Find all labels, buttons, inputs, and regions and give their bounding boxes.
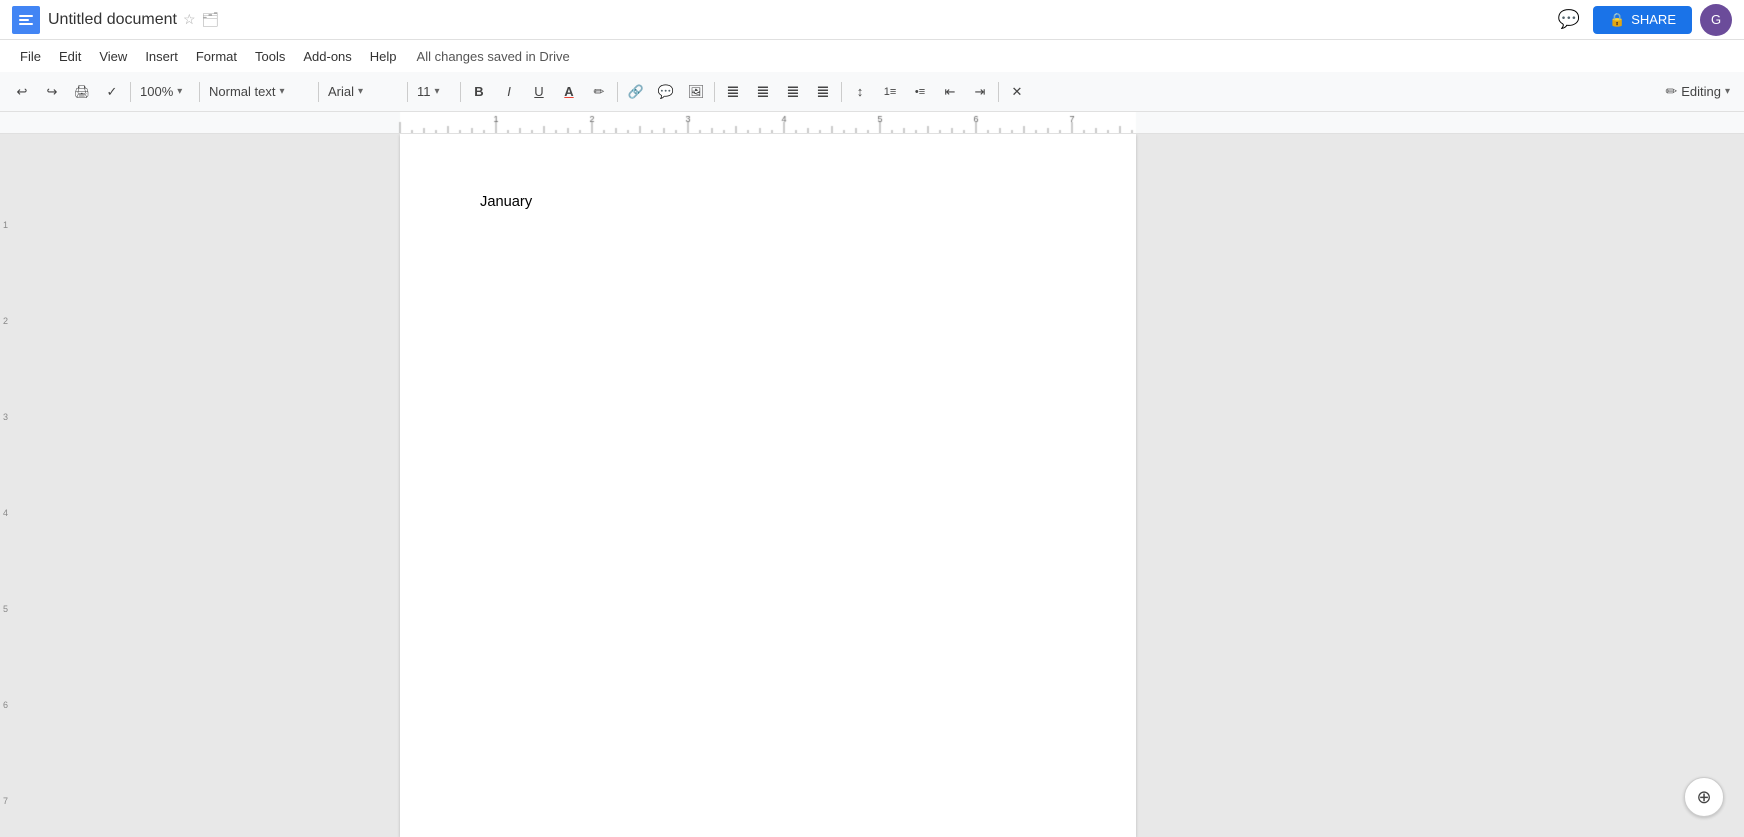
clear-formatting-button[interactable]: ✕ [1003, 78, 1031, 106]
indent-less-button[interactable]: ⇤ [936, 78, 964, 106]
menu-tools[interactable]: Tools [247, 45, 293, 68]
menu-view[interactable]: View [91, 45, 135, 68]
document-text[interactable]: January [480, 194, 532, 210]
menu-format[interactable]: Format [188, 45, 245, 68]
right-margin [1136, 134, 1744, 837]
text-color-button[interactable]: A [555, 78, 583, 106]
doc-title-row: Untitled document ☆ 🗂 [48, 11, 1545, 29]
menu-addons[interactable]: Add-ons [295, 45, 359, 68]
format-toolbar: ↩ ↪ 🖨 ✓ 100% ▾ Normal text ▾ Arial ▾ 11 … [0, 72, 1744, 112]
font-select[interactable]: Arial ▾ [323, 78, 403, 106]
align-justify-button[interactable]: ≣ [809, 78, 837, 106]
text-style-select[interactable]: Normal text ▾ [204, 78, 314, 106]
align-left-button[interactable]: ≣ [719, 78, 747, 106]
separator-6 [617, 82, 618, 102]
document-page[interactable]: January [400, 134, 1136, 837]
menu-bar: File Edit View Insert Format Tools Add-o… [0, 40, 1744, 72]
corner-button[interactable]: ⊕ [1684, 777, 1724, 817]
separator-9 [998, 82, 999, 102]
content-area: 1234567 January [0, 134, 1744, 837]
menu-edit[interactable]: Edit [51, 45, 89, 68]
font-value: Arial [328, 84, 354, 99]
google-docs-icon [12, 6, 40, 34]
separator-2 [199, 82, 200, 102]
unordered-list-button[interactable]: •≡ [906, 78, 934, 106]
page-content[interactable]: January [400, 134, 1136, 837]
italic-button[interactable]: I [495, 78, 523, 106]
lock-icon: 🔒 [1609, 12, 1625, 28]
font-chevron-icon: ▾ [358, 86, 363, 97]
vertical-ruler: 1234567 [0, 134, 10, 837]
separator-4 [407, 82, 408, 102]
left-margin: 1234567 [0, 134, 400, 837]
zoom-value: 100% [140, 84, 173, 99]
star-icon[interactable]: ☆ [183, 11, 196, 28]
indent-more-button[interactable]: ⇥ [966, 78, 994, 106]
font-size-select[interactable]: 11 ▾ [412, 78, 456, 106]
zoom-chevron-icon: ▾ [177, 86, 182, 97]
align-center-button[interactable]: ≣ [749, 78, 777, 106]
print-button[interactable]: 🖨 [68, 78, 96, 106]
user-avatar[interactable]: G [1700, 4, 1732, 36]
title-area: Untitled document ☆ 🗂 [48, 11, 1545, 29]
separator-8 [841, 82, 842, 102]
right-toolbar: 💬 🔒 SHARE G [1553, 4, 1732, 36]
horizontal-ruler [0, 112, 1744, 134]
separator-7 [714, 82, 715, 102]
document-title[interactable]: Untitled document [48, 11, 177, 29]
style-value: Normal text [209, 84, 275, 99]
redo-button[interactable]: ↪ [38, 78, 66, 106]
separator-5 [460, 82, 461, 102]
share-button[interactable]: 🔒 SHARE [1593, 6, 1692, 34]
undo-button[interactable]: ↩ [8, 78, 36, 106]
insert-image-button[interactable]: 🖼 [682, 78, 710, 106]
size-chevron-icon: ▾ [435, 86, 440, 97]
style-chevron-icon: ▾ [279, 86, 284, 97]
folder-icon[interactable]: 🗂 [202, 11, 220, 28]
spellcheck-button[interactable]: ✓ [98, 78, 126, 106]
menu-insert[interactable]: Insert [137, 45, 186, 68]
line-spacing-button[interactable]: ↕ [846, 78, 874, 106]
corner-icon: ⊕ [1696, 787, 1711, 808]
editing-mode-chevron-icon: ▾ [1725, 86, 1730, 97]
underline-button[interactable]: U [525, 78, 553, 106]
highlight-button[interactable]: ✏ [585, 78, 613, 106]
zoom-select[interactable]: 100% ▾ [135, 78, 195, 106]
bold-button[interactable]: B [465, 78, 493, 106]
menu-file[interactable]: File [12, 45, 49, 68]
save-status: All changes saved in Drive [417, 49, 570, 64]
ordered-list-button[interactable]: 1≡ [876, 78, 904, 106]
menu-help[interactable]: Help [362, 45, 405, 68]
editing-mode-select[interactable]: ✏ Editing ▾ [1659, 78, 1736, 106]
ruler-canvas [0, 112, 1744, 134]
align-right-button[interactable]: ≣ [779, 78, 807, 106]
editing-mode-label: Editing [1681, 84, 1721, 99]
separator-1 [130, 82, 131, 102]
pencil-icon: ✏ [1665, 83, 1677, 100]
separator-3 [318, 82, 319, 102]
title-bar: Untitled document ☆ 🗂 💬 🔒 SHARE G [0, 0, 1744, 40]
insert-comment-button[interactable]: 💬 [652, 78, 680, 106]
comments-button[interactable]: 💬 [1553, 4, 1585, 36]
size-value: 11 [417, 84, 431, 99]
share-label: SHARE [1631, 12, 1676, 27]
link-button[interactable]: 🔗 [622, 78, 650, 106]
